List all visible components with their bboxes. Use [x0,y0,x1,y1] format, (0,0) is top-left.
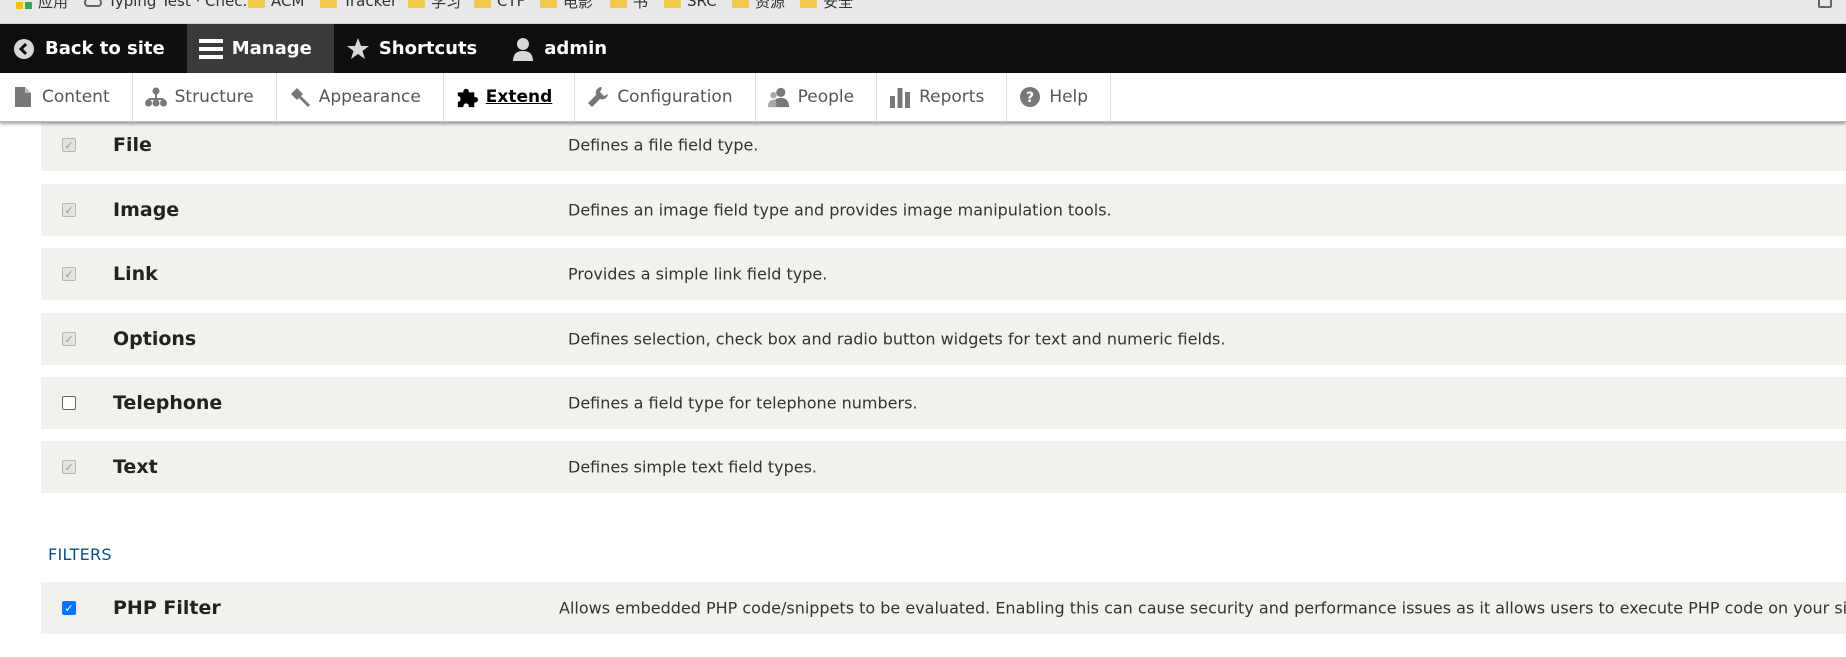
module-description: Provides a simple link field type. [568,264,828,284]
module-checkbox [62,460,76,474]
tray-item-content[interactable]: Content [0,73,133,121]
tray-item-label: Appearance [318,87,421,107]
people-icon [767,86,790,108]
module-checkbox[interactable] [62,396,76,410]
tray-item-extend[interactable]: Extend [444,73,576,121]
module-description: Defines simple text field types. [568,457,817,477]
manage-tray: Content Structure Appearance Extend Conf… [0,73,1846,122]
puzzle-icon [456,86,478,108]
module-row-text: Text Defines simple text field types. [41,441,1846,493]
tray-item-configuration[interactable]: Configuration [575,73,756,121]
bar-chart-icon [889,86,911,108]
module-checkbox [62,203,76,217]
document-icon [12,86,34,108]
shortcuts-tab[interactable]: Shortcuts [334,24,499,73]
manage-tab[interactable]: Manage [186,24,334,73]
module-checkbox [62,267,76,281]
module-row-image: Image Defines an image field type and pr… [41,184,1846,236]
module-name[interactable]: Image [113,199,179,221]
filters-section-heading[interactable]: FILTERS [48,545,112,564]
module-row-link: Link Provides a simple link field type. [41,248,1846,300]
module-description: Defines a field type for telephone numbe… [568,393,918,413]
star-icon [346,37,370,61]
user-tab[interactable]: admin [499,24,629,73]
wrench-icon [587,86,609,108]
module-description: Defines a file field type. [568,135,759,155]
module-description: Allows embedded PHP code/snippets to be … [559,598,1846,618]
back-to-site-button[interactable]: Back to site [0,24,187,73]
sitemap-icon [144,86,167,108]
tray-item-label: People [797,87,855,107]
shortcuts-label: Shortcuts [378,38,478,59]
drupal-extend-page: 应用 Typing Test · Chec... ACM Tracker 学习 … [0,0,1846,657]
module-row-php-filter: PHP Filter Allows embedded PHP code/snip… [41,582,1846,634]
tray-item-label: Reports [919,87,985,107]
tray-item-label: Content [42,87,110,107]
module-checkbox [62,332,76,346]
module-checkbox [62,138,76,152]
admin-toolbar: Back to site Manage Shortcuts admin [0,24,1846,73]
hamburger-icon [198,37,223,61]
module-name[interactable]: Link [113,263,158,285]
tray-item-appearance[interactable]: Appearance [277,73,444,121]
module-checkbox[interactable] [62,601,76,615]
tray-item-label: Configuration [617,87,733,107]
back-to-site-label: Back to site [45,38,165,59]
tray-item-label: Structure [174,87,254,107]
user-icon [511,37,535,61]
module-name[interactable]: File [113,134,152,156]
tray-item-structure[interactable]: Structure [133,73,277,121]
module-row-telephone: Telephone Defines a field type for telep… [41,377,1846,429]
tray-item-reports[interactable]: Reports [877,73,1008,121]
tray-item-people[interactable]: People [756,73,878,121]
module-name[interactable]: Text [113,456,158,478]
help-icon: ? [1019,86,1041,108]
manage-label: Manage [231,38,312,59]
tray-item-label: Help [1049,87,1089,107]
module-row-file: File Defines a file field type. [41,119,1846,171]
tray-item-label: Extend [485,87,553,107]
module-name[interactable]: Telephone [113,392,222,414]
svg-text:?: ? [1026,90,1034,106]
module-description: Defines selection, check box and radio b… [568,329,1226,349]
paintbrush-icon [289,86,311,108]
module-name[interactable]: PHP Filter [113,597,221,619]
tray-item-help[interactable]: ? Help [1007,73,1112,121]
module-description: Defines an image field type and provides… [568,200,1112,220]
module-name[interactable]: Options [113,328,196,350]
module-row-options: Options Defines selection, check box and… [41,313,1846,365]
arrow-left-circle-icon [12,37,36,61]
username-label: admin [544,38,608,59]
